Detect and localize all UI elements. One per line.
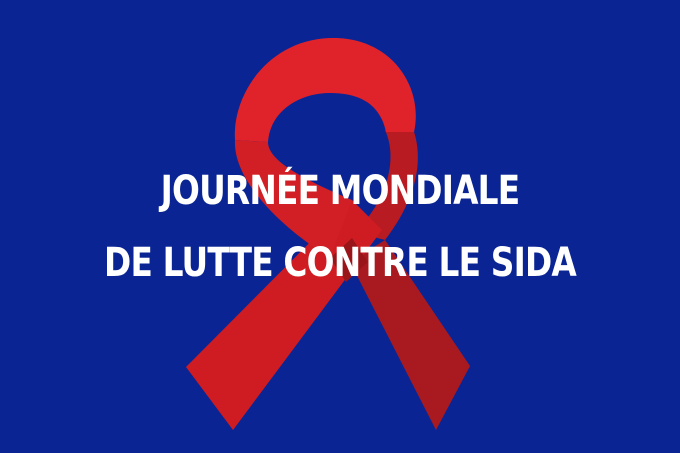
- aids-day-banner: JOURNÉE MONDIALE DE LUTTE CONTRE LE SIDA: [0, 0, 680, 453]
- headline-line-1: JOURNÉE MONDIALE: [160, 168, 520, 214]
- headline-line-2: DE LUTTE CONTRE LE SIDA: [104, 240, 577, 286]
- red-ribbon-icon: [0, 0, 680, 453]
